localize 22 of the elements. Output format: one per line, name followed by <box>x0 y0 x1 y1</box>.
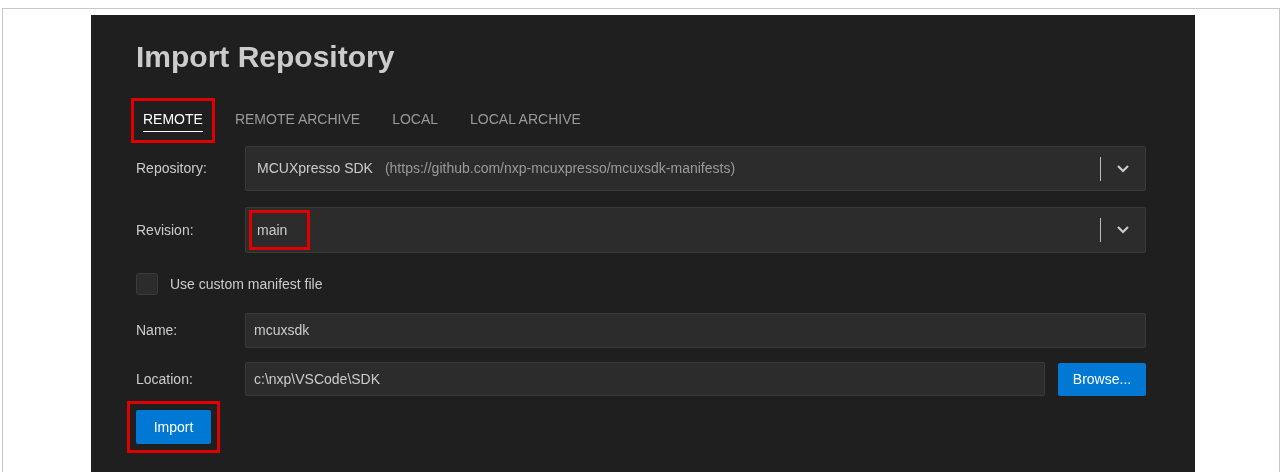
tab[interactable]: LOCAL <box>385 103 446 138</box>
checkbox-label: Use custom manifest file <box>170 274 323 294</box>
browse-button[interactable]: Browse... <box>1058 362 1146 396</box>
field-label: Revision: <box>136 220 195 240</box>
field-label: Name: <box>136 321 179 340</box>
location-field[interactable]: c:\nxp\VSCode\SDK <box>245 362 1045 396</box>
chevron-down-icon <box>1116 163 1130 174</box>
dropdown-value: MCUXpresso SDK <box>257 159 373 178</box>
repository-url: (https://github.com/nxp-mcuxpresso/mcuxsdk-manifests) <box>384 159 736 178</box>
tab[interactable]: REMOTE ARCHIVE <box>227 103 368 138</box>
tab[interactable]: LOCAL ARCHIVE <box>463 103 588 138</box>
revision-dropdown[interactable]: main <box>245 207 1146 253</box>
chevron-down-icon <box>1116 225 1130 235</box>
dialog-title: Import Repository <box>136 39 396 75</box>
field-label: Repository: <box>136 159 208 178</box>
tab[interactable]: REMOTE <box>136 103 210 138</box>
name-field[interactable]: mcuxsdk <box>245 313 1146 348</box>
field-label: Location: <box>136 369 194 389</box>
checkbox[interactable] <box>136 273 158 295</box>
import-button[interactable]: Import <box>136 410 211 444</box>
repository-dropdown[interactable]: MCUXpresso SDK (https://github.com/nxp-mcuxpresso/mcuxsdk-manifests) <box>245 146 1146 191</box>
dropdown-value: main <box>257 222 288 238</box>
